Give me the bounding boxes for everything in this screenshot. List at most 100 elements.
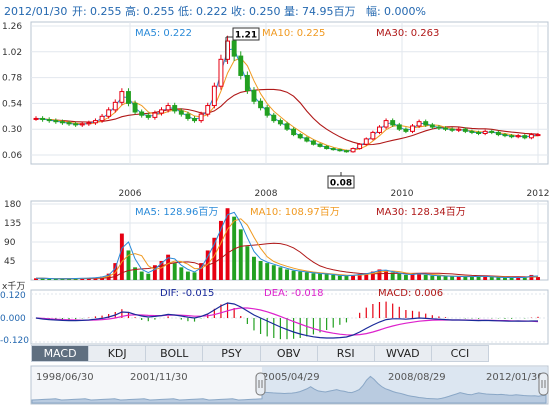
volume-bar [331,274,336,280]
candle-body [40,117,46,121]
candle-body [277,120,283,125]
candle-body [330,148,336,151]
header-date: 2012/01/30 [4,5,67,18]
max-callout-text: 1.21 [235,31,257,41]
volume-bar [443,276,448,280]
candle-body [403,128,409,132]
macd-y-axis: 0.120 0.000 -0.120 [0,291,29,346]
volume-bar [430,275,435,280]
volume-bar [192,272,197,280]
candle-body [291,128,297,136]
volume-bar [469,276,474,280]
price-y-axis: 1.26 1.02 0.78 0.54 0.30 0.06 [2,22,22,161]
tab-macd[interactable]: MACD [32,346,90,361]
candle-body [178,110,184,115]
candle-body [423,121,429,126]
price-x-tick: 2010 [391,189,414,199]
volume-bar [489,277,494,280]
navigator-date: 2012/01/30 [486,372,544,383]
tab-kdj[interactable]: KDJ [89,346,147,361]
tab-psy[interactable]: PSY [203,346,261,361]
header-volume-label: 量: [284,5,299,18]
candle-body [515,135,521,138]
candle-body [528,134,534,139]
candle-body [205,105,211,115]
volume-bar [298,271,303,280]
macd-panel: 0.120 0.000 -0.120 DIF: -0.015 DEA: -0.018… [0,288,549,346]
navigator-right-handle[interactable] [538,372,549,396]
macd-dea-label: DEA: -0.018 [264,288,323,299]
volume-ma10-label: MA10: 108.97百万 [250,206,340,218]
tab-obv[interactable]: OBV [261,346,318,361]
quote-header: 2012/01/30 开: 0.255 高: 0.255 低: 0.222 收:… [4,4,426,18]
price-y-tick: 0.78 [2,74,22,84]
candle-body [410,125,415,132]
candle-body [297,134,303,139]
volume-bar [456,276,461,280]
price-x-tick: 2008 [255,189,278,199]
candle-body [33,117,39,120]
candle-body [238,55,244,76]
min-callout-text: 0.08 [330,179,352,189]
navigator-left-handle[interactable] [255,372,266,396]
volume-bar [450,276,455,280]
volume-bar [344,275,349,280]
candle-body [495,131,501,136]
price-y-tick: 0.30 [2,125,22,135]
candle-body [145,114,151,118]
candle-body [337,149,343,152]
candle-body [119,91,125,103]
candle-body [218,58,224,87]
header-high: 0.255 [143,5,175,18]
volume-bar [271,265,276,280]
macd-y-tick: 0.120 [0,291,26,301]
candle-body [159,109,164,114]
header-open: 0.255 [90,5,122,18]
candle-body [535,134,541,137]
header-change-label: 幅: [366,5,381,18]
candle-body [152,112,158,118]
candle-body [502,134,508,137]
header-change: 0.000% [384,5,426,18]
candle-body [92,120,98,124]
range-navigator[interactable]: 1998/06/30 2001/11/30 2005/04/29 2008/08/29… [30,365,549,405]
volume-bar [311,273,316,280]
volume-bar [397,273,402,280]
candle-body [436,126,442,129]
candle-body [258,100,264,109]
macd-value-label: MACD: 0.006 [378,288,443,299]
tab-boll[interactable]: BOLL [146,346,204,361]
candle-body [396,124,402,130]
tab-wvad[interactable]: WVAD [375,346,432,361]
volume-y-tick: 135 [4,219,21,229]
price-ma10-label: MA10: 0.225 [262,28,325,39]
volume-ma5-label: MA5: 128.96百万 [135,206,218,218]
volume-bar [278,267,283,280]
volume-bar [245,246,250,280]
tab-cci[interactable]: CCI [432,346,488,361]
macd-dif-label: DIF: -0.015 [160,288,214,299]
volume-bar [225,208,230,280]
candle-body [46,119,52,122]
header-open-label: 开: [72,5,87,18]
candle-body [139,111,145,116]
volume-bar [536,277,540,280]
tab-rsi[interactable]: RSI [318,346,375,361]
price-frame [30,21,549,165]
volume-bar [285,269,289,280]
candle-body [284,123,290,130]
indicator-tabs: MACD KDJ BOLL PSY OBV RSI WVAD CCI [31,345,489,362]
header-volume: 74.95百万 [302,5,356,18]
candle-body [79,123,85,126]
candle-body [383,120,389,128]
volume-bar [179,267,184,280]
candle-body [264,107,270,116]
volume-bar [185,271,190,280]
candle-body [198,113,204,122]
candle-body [456,128,462,131]
candle-body [132,102,138,113]
candle-body [370,131,376,140]
navigator-date: 2005/04/29 [262,372,320,383]
volume-bar [318,273,322,280]
volume-bar [324,274,329,280]
